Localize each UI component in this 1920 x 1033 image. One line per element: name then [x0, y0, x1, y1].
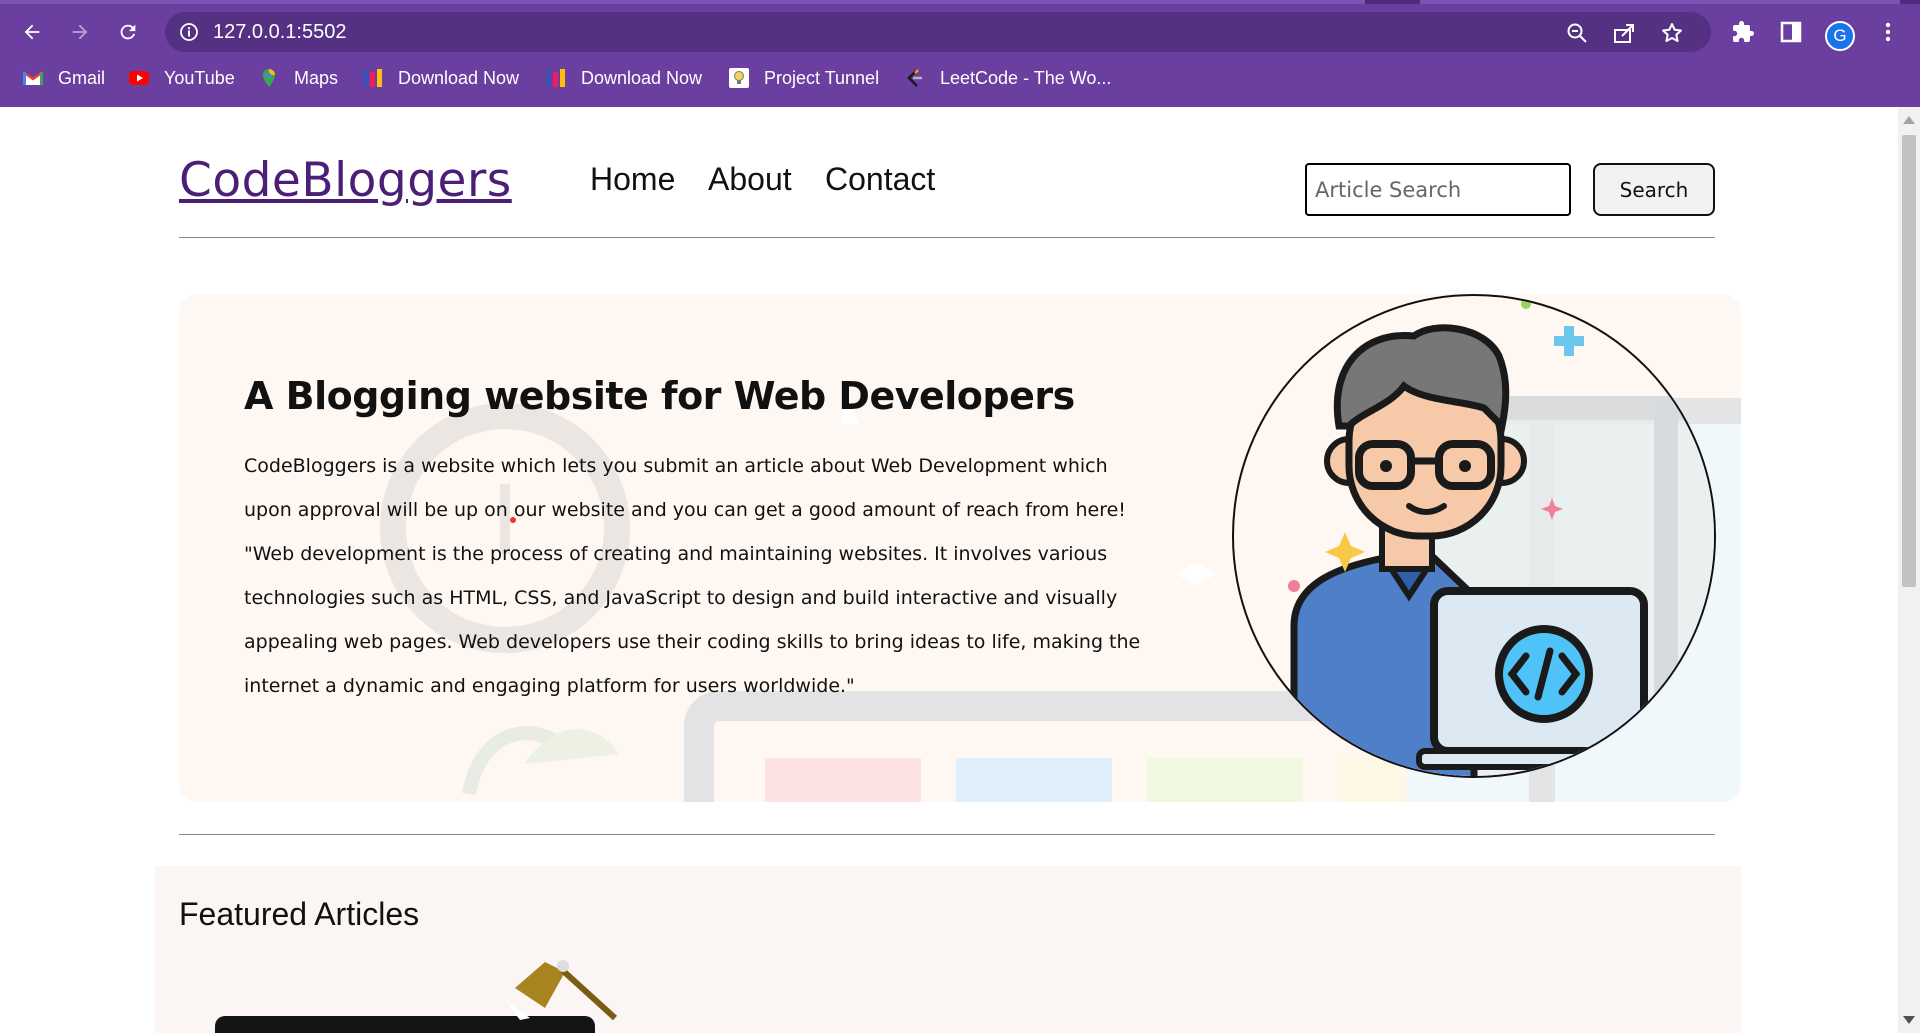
tab-strip — [0, 0, 1920, 4]
leetcode-icon — [907, 69, 922, 87]
gmail-icon — [22, 70, 44, 85]
active-tab-edge[interactable] — [0, 0, 1365, 4]
scrollbar-thumb[interactable] — [1902, 135, 1916, 587]
bookmark-gmail[interactable]: Gmail — [22, 66, 105, 90]
project-tunnel-icon — [729, 68, 749, 88]
hero-description: CodeBloggers is a website which lets you… — [244, 444, 1144, 708]
section-divider — [179, 834, 1715, 835]
extensions-icon[interactable] — [1730, 19, 1756, 45]
address-bar[interactable]: 127.0.0.1:5502 — [165, 12, 1711, 52]
bookmark-label: Maps — [294, 67, 339, 88]
bookmark-download-now-1[interactable]: Download Now — [362, 66, 519, 90]
bookmarks-bar: Gmail YouTube Maps Download Now Download… — [0, 60, 1920, 96]
search-button[interactable]: Search — [1593, 163, 1715, 216]
youtube-icon — [129, 71, 149, 85]
featured-articles-title: Featured Articles — [179, 896, 420, 932]
nav-about[interactable]: About — [708, 161, 792, 198]
url-text[interactable]: 127.0.0.1:5502 — [213, 21, 346, 44]
developer-avatar-icon — [1288, 299, 1714, 776]
header-divider — [179, 237, 1715, 238]
back-icon[interactable] — [16, 16, 48, 48]
zoom-icon[interactable] — [1565, 21, 1589, 45]
forward-icon[interactable] — [64, 16, 96, 48]
hero-title: A Blogging website for Web Developers — [244, 374, 1075, 418]
page-viewport: CodeBloggers Home About Contact Search A… — [0, 107, 1898, 1033]
bookmark-label: Download Now — [398, 67, 520, 88]
reload-icon[interactable] — [112, 16, 144, 48]
scroll-up-icon[interactable] — [1903, 116, 1915, 124]
scroll-down-icon[interactable] — [1903, 1016, 1915, 1024]
bookmark-youtube[interactable]: YouTube — [128, 66, 235, 90]
bookmark-label: YouTube — [164, 67, 235, 88]
browser-chrome: 127.0.0.1:5502 G Gmail YouTube Maps Down… — [0, 0, 1920, 107]
article-thumbnail-illustration[interactable] — [215, 958, 635, 1033]
bookmark-label: LeetCode - The Wo... — [940, 67, 1112, 88]
menu-icon[interactable] — [1875, 19, 1901, 45]
search-input[interactable] — [1305, 163, 1571, 216]
developer-illustration — [1232, 294, 1716, 778]
bookmark-label: Project Tunnel — [764, 67, 880, 88]
download-icon — [363, 69, 382, 87]
nav-contact[interactable]: Contact — [825, 161, 935, 198]
bookmark-maps[interactable]: Maps — [258, 66, 338, 90]
nav-home[interactable]: Home — [590, 161, 675, 198]
hero-paragraph: CodeBloggers is a website which lets you… — [244, 455, 1126, 521]
share-icon[interactable] — [1612, 21, 1636, 45]
star-icon[interactable] — [1660, 21, 1684, 45]
page-scrollbar[interactable] — [1898, 107, 1920, 1033]
tab-edge[interactable] — [1420, 0, 1900, 4]
download-icon — [546, 69, 565, 87]
featured-articles-section: Featured Articles — [155, 866, 1741, 1033]
hero-quote: "Web development is the process of creat… — [244, 543, 1141, 697]
site-logo[interactable]: CodeBloggers — [179, 153, 512, 208]
bookmark-project-tunnel[interactable]: Project Tunnel — [728, 66, 879, 90]
browser-toolbar: 127.0.0.1:5502 G — [0, 6, 1920, 56]
bookmark-label: Download Now — [581, 67, 703, 88]
side-panel-icon[interactable] — [1778, 19, 1804, 45]
info-icon[interactable] — [179, 22, 199, 42]
bookmark-download-now-2[interactable]: Download Now — [545, 66, 702, 90]
bookmark-leetcode[interactable]: LeetCode - The Wo... — [904, 66, 1111, 90]
avatar[interactable]: G — [1825, 21, 1855, 51]
maps-icon — [263, 69, 275, 87]
bookmark-label: Gmail — [58, 67, 106, 88]
